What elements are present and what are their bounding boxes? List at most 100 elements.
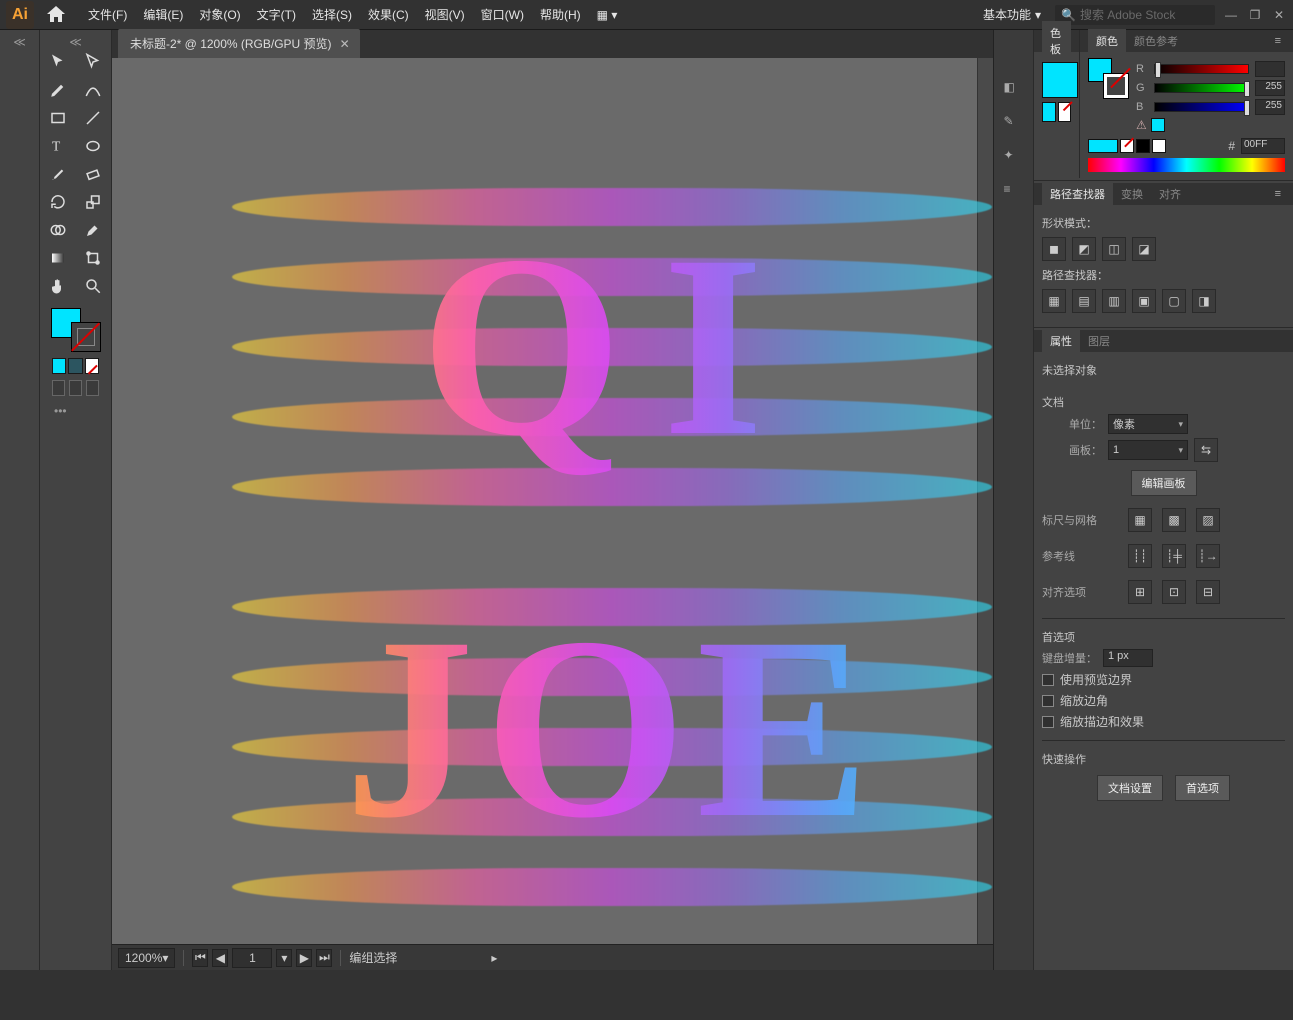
zoom-tool[interactable] (76, 272, 112, 300)
pathfinder-tab[interactable]: 路径查找器 (1042, 182, 1113, 206)
swatches-panel-tab[interactable]: 色板 (1042, 21, 1071, 61)
status-more-icon[interactable]: ▸ (491, 951, 497, 965)
smart-guides-icon[interactable]: ┊→ (1196, 544, 1220, 568)
scale-tool[interactable] (76, 188, 112, 216)
swatch-cyan[interactable] (1042, 62, 1078, 98)
none-color[interactable] (1120, 139, 1134, 153)
properties-tab[interactable]: 属性 (1042, 329, 1080, 353)
minus-back-icon[interactable]: ◨ (1192, 289, 1216, 313)
spectrum-bar[interactable] (1088, 158, 1285, 172)
symbols-icon[interactable]: ✦ (1004, 148, 1024, 168)
document-setup-button[interactable]: 文档设置 (1097, 775, 1163, 801)
libraries-icon[interactable]: ◧ (1004, 80, 1024, 100)
b-slider[interactable] (1154, 102, 1249, 112)
document-tab[interactable]: 未标题-2* @ 1200% (RGB/GPU 预览) ✕ (118, 29, 360, 58)
color-panel-tab[interactable]: 颜色 (1088, 29, 1126, 53)
artboard-dropdown-icon[interactable]: ▾ (276, 949, 292, 967)
r-value[interactable] (1255, 61, 1285, 77)
align-tab[interactable]: 对齐 (1151, 182, 1189, 206)
collapse-icon[interactable]: ≪ (0, 36, 39, 48)
brushes-icon[interactable]: ✎ (1004, 114, 1024, 134)
window-minimize-icon[interactable]: — (1223, 7, 1239, 23)
ellipse-tool[interactable] (76, 132, 112, 160)
window-close-icon[interactable]: ✕ (1271, 7, 1287, 23)
layers-tab[interactable]: 图层 (1080, 329, 1118, 353)
snap-grid-icon[interactable]: ⊟ (1196, 580, 1220, 604)
zoom-level[interactable]: 1200% ▾ (118, 948, 175, 968)
edit-toolbar-icon[interactable]: ••• (46, 400, 105, 422)
stroke-icon[interactable]: ≡ (1004, 182, 1024, 202)
key-increment-input[interactable]: 1 px (1103, 649, 1153, 667)
canvas[interactable]: QI JOE (112, 58, 977, 944)
edit-artboards-button[interactable]: 编辑画板 (1131, 470, 1197, 496)
lock-guides-icon[interactable]: ┊╪ (1162, 544, 1186, 568)
rotate-tool[interactable] (40, 188, 76, 216)
color-guide-tab[interactable]: 颜色参考 (1126, 29, 1186, 53)
g-slider[interactable] (1154, 83, 1249, 93)
curvature-tool[interactable] (76, 76, 112, 104)
color-mode-gradient[interactable] (68, 358, 82, 374)
rulers-icon[interactable]: ▦ (1128, 508, 1152, 532)
units-select[interactable]: 像素▾ (1108, 414, 1188, 434)
draw-behind[interactable] (69, 380, 82, 396)
transform-tab[interactable]: 变换 (1113, 182, 1151, 206)
exclude-icon[interactable]: ◪ (1132, 237, 1156, 261)
hex-input[interactable]: 00FF (1241, 138, 1285, 154)
menu-window[interactable]: 窗口(W) (473, 2, 532, 27)
preferences-button[interactable]: 首选项 (1175, 775, 1230, 801)
artboard-last-icon[interactable]: ⏭ (316, 949, 332, 967)
crop-icon[interactable]: ▣ (1132, 289, 1156, 313)
search-input[interactable]: 🔍搜索 Adobe Stock (1055, 5, 1215, 25)
menu-view[interactable]: 视图(V) (417, 2, 473, 27)
artboard-first-icon[interactable]: ⏮ (192, 949, 208, 967)
menu-file[interactable]: 文件(F) (80, 2, 135, 27)
transparency-grid-icon[interactable]: ▨ (1196, 508, 1220, 532)
paintbrush-tool[interactable] (40, 160, 76, 188)
menu-effect[interactable]: 效果(C) (360, 2, 417, 27)
swatch-cell[interactable] (1042, 102, 1056, 122)
grid-icon[interactable]: ▩ (1162, 508, 1186, 532)
color-mode-solid[interactable] (52, 358, 66, 374)
snap-point-icon[interactable]: ⊡ (1162, 580, 1186, 604)
rectangle-tool[interactable] (40, 104, 76, 132)
free-transform-tool[interactable] (76, 244, 112, 272)
tools-collapse-icon[interactable]: ≪ (40, 36, 111, 48)
menu-object[interactable]: 对象(O) (191, 2, 248, 27)
draw-normal[interactable] (52, 380, 65, 396)
color-fill-stroke[interactable] (1088, 58, 1128, 98)
eyedropper-tool[interactable] (76, 216, 112, 244)
arrange-docs-icon[interactable]: ▦ ▾ (589, 4, 626, 26)
artboard-next-icon[interactable]: ▶ (296, 949, 312, 967)
swatch-none[interactable] (1058, 102, 1072, 122)
divide-icon[interactable]: ▦ (1042, 289, 1066, 313)
minus-front-icon[interactable]: ◩ (1072, 237, 1096, 261)
shape-builder-tool[interactable] (40, 216, 76, 244)
snap-pixel-icon[interactable]: ⊞ (1128, 580, 1152, 604)
g-value[interactable]: 255 (1255, 80, 1285, 96)
menu-help[interactable]: 帮助(H) (532, 2, 589, 27)
white-color[interactable] (1152, 139, 1166, 153)
gradient-tool[interactable] (40, 244, 76, 272)
b-value[interactable]: 255 (1255, 99, 1285, 115)
color-mode-none[interactable] (85, 358, 99, 374)
trim-icon[interactable]: ▤ (1072, 289, 1096, 313)
panel-menu-icon[interactable]: ≡ (1271, 188, 1285, 200)
panel-menu-icon[interactable]: ≡ (1271, 35, 1285, 47)
type-tool[interactable]: T (40, 132, 76, 160)
artboard-nav-icon[interactable]: ⇆ (1194, 438, 1218, 462)
outline-icon[interactable]: ▢ (1162, 289, 1186, 313)
home-icon[interactable] (44, 3, 68, 27)
scale-corners-checkbox[interactable] (1042, 695, 1054, 707)
closest-color[interactable] (1151, 118, 1165, 132)
selection-tool[interactable] (40, 48, 76, 76)
menu-edit[interactable]: 编辑(E) (135, 2, 191, 27)
eraser-tool[interactable] (76, 160, 112, 188)
workspace-switcher[interactable]: 基本功能▾ (977, 4, 1047, 25)
artboard-prev-icon[interactable]: ◀ (212, 949, 228, 967)
hand-tool[interactable] (40, 272, 76, 300)
artboard-select[interactable]: 1▾ (1108, 440, 1188, 460)
merge-icon[interactable]: ▥ (1102, 289, 1126, 313)
menu-type[interactable]: 文字(T) (249, 2, 304, 27)
stroke-swatch[interactable] (71, 322, 101, 352)
window-restore-icon[interactable]: ❐ (1247, 7, 1263, 23)
